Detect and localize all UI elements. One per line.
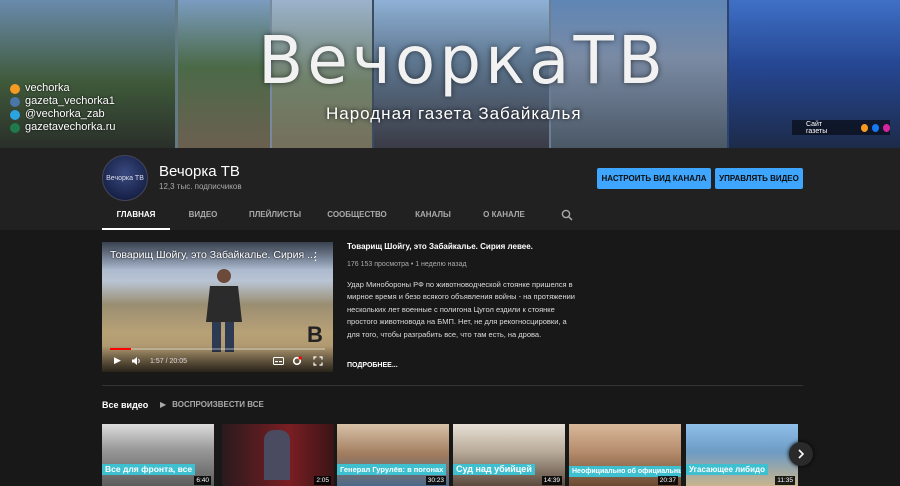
thumb-caption: Генерал Гурулёв: в погонах bbox=[337, 464, 447, 475]
social-links: vechorka gazeta_vechorka1 @vechorka_zab … bbox=[10, 82, 116, 134]
banner-subtitle: Народная газета Забайкалья bbox=[326, 104, 582, 123]
instagram-icon[interactable] bbox=[882, 123, 891, 132]
banner-title: ВечоркаТВ bbox=[258, 22, 668, 99]
play-all-button[interactable]: ▶ ВОСПРОИЗВЕСТИ ВСЕ bbox=[160, 400, 264, 409]
video-duration: 20:37 bbox=[657, 476, 678, 485]
channel-banner: vechorka gazeta_vechorka1 @vechorka_zab … bbox=[0, 0, 900, 148]
video-duration: 6:40 bbox=[194, 476, 211, 485]
telegram-icon bbox=[10, 109, 20, 120]
subtitles-icon[interactable] bbox=[273, 357, 284, 365]
tab-playlists[interactable]: ПЛЕЙЛИСТЫ bbox=[236, 206, 314, 230]
globe-icon bbox=[10, 122, 20, 133]
social-ok[interactable]: vechorka bbox=[10, 82, 116, 95]
banner-links-bar: Сайт газеты bbox=[792, 120, 891, 135]
tab-videos[interactable]: ВИДЕО bbox=[170, 206, 236, 230]
section-divider bbox=[102, 385, 803, 386]
volume-icon[interactable] bbox=[131, 356, 141, 366]
fullscreen-icon[interactable] bbox=[313, 356, 323, 366]
progress-bar[interactable] bbox=[110, 348, 325, 350]
social-telegram-label: @vechorka_zab bbox=[25, 108, 105, 120]
video-frame-person bbox=[206, 269, 242, 352]
vk-icon bbox=[10, 96, 20, 107]
banner-photo bbox=[178, 0, 270, 148]
social-telegram[interactable]: @vechorka_zab bbox=[10, 108, 116, 121]
manage-videos-button[interactable]: УПРАВЛЯТЬ ВИДЕО bbox=[715, 168, 803, 189]
video-duration: 14:39 bbox=[541, 476, 562, 485]
play-icon[interactable]: ▶ bbox=[114, 355, 121, 366]
section-title[interactable]: Все видео bbox=[102, 400, 148, 410]
social-website[interactable]: gazetavechorka.ru bbox=[10, 121, 116, 134]
social-website-label: gazetavechorka.ru bbox=[25, 121, 116, 133]
social-vk[interactable]: gazeta_vechorka1 bbox=[10, 95, 116, 108]
social-ok-label: vechorka bbox=[25, 82, 70, 94]
subscriber-count: 12,3 тыс. подписчиков bbox=[159, 182, 242, 191]
video-time: 1:57 / 20:05 bbox=[150, 358, 187, 365]
chevron-right-icon bbox=[798, 449, 805, 459]
thumb-caption: Все для фронта, все bbox=[102, 464, 196, 475]
player-video-title[interactable]: Товарищ Шойгу, это Забайкалье. Сирия ... bbox=[110, 249, 316, 261]
social-vk-label: gazeta_vechorka1 bbox=[25, 95, 115, 107]
video-thumbnail[interactable]: Суд над убийцей 14:39 bbox=[453, 424, 565, 486]
featured-video-description: Удар Минобороны РФ по животноводческой с… bbox=[347, 280, 575, 339]
search-icon[interactable] bbox=[561, 209, 573, 221]
ok-link-icon[interactable] bbox=[860, 123, 868, 132]
video-duration: 11:35 bbox=[775, 476, 795, 485]
video-thumbnail[interactable]: Угасающее либидо 11:35 bbox=[686, 424, 798, 486]
video-duration: 2:05 bbox=[314, 476, 331, 485]
site-link[interactable]: Сайт газеты bbox=[806, 121, 841, 135]
facebook-icon[interactable] bbox=[871, 123, 879, 132]
tab-about[interactable]: О КАНАЛЕ bbox=[466, 206, 542, 230]
channel-tabs: ГЛАВНАЯ ВИДЕО ПЛЕЙЛИСТЫ СООБЩЕСТВО КАНАЛ… bbox=[102, 206, 542, 230]
video-thumbnail[interactable]: Генерал Гурулёв: в погонах 30:23 bbox=[337, 424, 449, 486]
play-icon: ▶ bbox=[160, 400, 167, 409]
thumb-figure bbox=[264, 430, 290, 480]
featured-video-info: Товарищ Шойгу, это Забайкалье. Сирия лев… bbox=[347, 242, 577, 369]
video-thumbnail[interactable]: 2:05 bbox=[222, 424, 334, 486]
thumb-caption: Угасающее либидо bbox=[686, 464, 768, 475]
video-duration: 30:23 bbox=[425, 476, 446, 485]
tab-channels[interactable]: КАНАЛЫ bbox=[400, 206, 466, 230]
featured-video-meta: 176 153 просмотра • 1 неделю назад bbox=[347, 261, 467, 268]
channel-watermark: В bbox=[307, 322, 323, 347]
more-options-icon[interactable]: ⋮ bbox=[310, 250, 321, 263]
thumb-caption: Суд над убийцей bbox=[453, 464, 535, 475]
channel-avatar[interactable]: Вечорка ТВ bbox=[102, 155, 148, 201]
video-thumbnail[interactable]: Все для фронта, все 6:40 bbox=[102, 424, 214, 486]
ok-icon bbox=[10, 83, 20, 94]
shelf-next-button[interactable] bbox=[789, 442, 813, 466]
video-thumbnail[interactable]: Неофициально об официальных 20:37 bbox=[569, 424, 681, 486]
channel-name: Вечорка ТВ bbox=[159, 163, 240, 180]
progress-fill bbox=[110, 348, 131, 350]
settings-icon[interactable] bbox=[292, 356, 302, 366]
customize-channel-button[interactable]: НАСТРОИТЬ ВИД КАНАЛА bbox=[597, 168, 711, 189]
featured-video-title[interactable]: Товарищ Шойгу, это Забайкалье. Сирия лев… bbox=[347, 242, 577, 251]
play-all-label: ВОСПРОИЗВЕСТИ ВСЕ bbox=[172, 400, 264, 409]
featured-video-player[interactable]: Товарищ Шойгу, это Забайкалье. Сирия ...… bbox=[102, 242, 333, 372]
tab-home[interactable]: ГЛАВНАЯ bbox=[102, 206, 170, 230]
tab-community[interactable]: СООБЩЕСТВО bbox=[314, 206, 400, 230]
read-more-link[interactable]: ПОДРОБНЕЕ... bbox=[347, 362, 398, 369]
